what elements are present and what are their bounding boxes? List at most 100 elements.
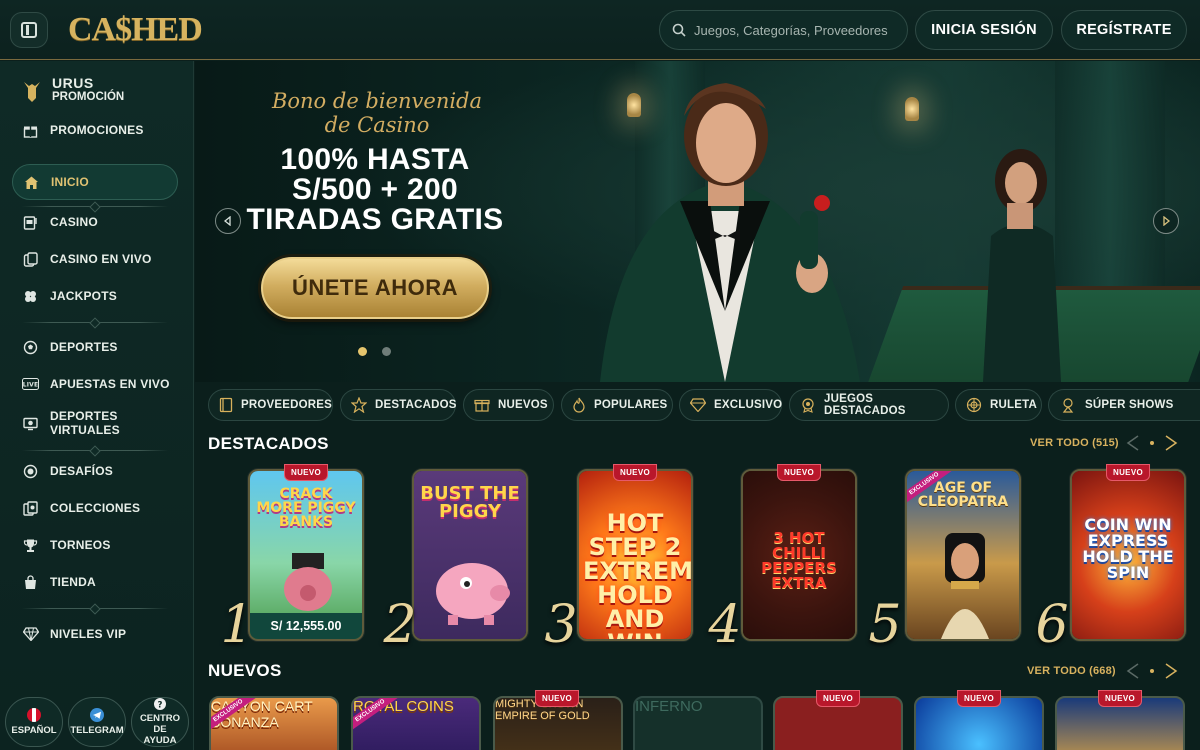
category-label: DESTACADOS: [375, 399, 457, 411]
featured-section-title: DESTACADOS: [208, 434, 329, 453]
register-button[interactable]: REGÍSTRATE: [1061, 10, 1187, 50]
featured-carousel-controls: [1124, 433, 1180, 453]
game-card[interactable]: HOT STEP 2 EXTREME HOLD AND WIN: [577, 469, 693, 641]
new-see-all-link[interactable]: VER TODO (668): [1027, 665, 1116, 677]
featured-see-all-link[interactable]: VER TODO (515): [1030, 437, 1119, 449]
soccer-ball-icon: [22, 339, 39, 356]
sidebar-item-inicio[interactable]: INICIO: [12, 164, 178, 200]
live-casino-icon: [22, 251, 39, 268]
rank-number: 6: [1035, 595, 1069, 655]
sidebar: URUS PROMOCIÓN PROMOCIONES INICIO CASINO…: [0, 61, 194, 750]
category-label: NUEVOS: [498, 399, 548, 411]
telegram-label: TELEGRAM: [70, 725, 124, 736]
hero-headline: 100% HASTA S/500 + 200 TIRADAS GRATIS: [235, 145, 515, 235]
hero-headline-line: TIRADAS GRATIS: [246, 203, 504, 236]
chevron-right-icon: [1163, 216, 1171, 226]
game-card[interactable]: AGE OF CLEOPATRA EXCLUSIVO: [905, 469, 1021, 641]
sidebar-item-promociones[interactable]: PROMOCIONES: [12, 112, 178, 148]
game-card[interactable]: BUST THE PIGGY: [412, 469, 528, 641]
game-card[interactable]: CANYON CART BONANZA EXCLUSIVO: [209, 696, 339, 750]
logo[interactable]: CA$HED: [68, 8, 203, 52]
sidebar-item-apuestas-en-vivo[interactable]: LIVE APUESTAS EN VIVO: [12, 366, 178, 402]
game-card[interactable]: 3 HOT CHILLI PEPPERS EXTRA: [741, 469, 857, 641]
live-icon: LIVE: [22, 376, 39, 393]
category-proveedores[interactable]: PROVEEDORES: [208, 389, 333, 421]
sidebar-item-label: CASINO EN VIVO: [50, 252, 152, 266]
sidebar-item-colecciones[interactable]: COLECCIONES: [12, 490, 178, 526]
game-title: INFERNO: [635, 698, 703, 715]
help-icon: ?: [154, 698, 166, 710]
game-card[interactable]: COIN WIN EXPRESS HOLD THE SPIN: [1070, 469, 1186, 641]
sidebar-divider: [22, 322, 168, 323]
carousel-prev-icon[interactable]: [1124, 433, 1144, 453]
sidebar-item-label: PROMOCIONES: [50, 123, 144, 137]
hero-prev-button[interactable]: [215, 208, 241, 234]
promo-title: URUS: [52, 75, 94, 91]
search-input[interactable]: [694, 22, 894, 38]
join-now-button[interactable]: ÚNETE AHORA: [261, 257, 489, 319]
sidebar-toggle-button[interactable]: [10, 12, 48, 48]
hero-subtitle: Bono de bienvenida de Casino: [271, 89, 483, 137]
category-juegos-destacados[interactable]: JUEGOS DESTACADOS: [789, 389, 949, 421]
sidebar-item-desafios[interactable]: DESAFÍOS: [12, 453, 178, 489]
man-figure-image: [600, 83, 860, 382]
language-button[interactable]: ESPAÑOL: [5, 697, 63, 747]
category-ruleta[interactable]: RULETA: [955, 389, 1042, 421]
sidebar-promo[interactable]: URUS PROMOCIÓN: [20, 73, 124, 107]
svg-text:LIVE: LIVE: [23, 382, 39, 389]
carousel-next-icon[interactable]: [1160, 661, 1180, 681]
carousel-prev-icon[interactable]: [1124, 661, 1144, 681]
pig-character-image: [284, 553, 332, 611]
telegram-button[interactable]: TELEGRAM: [68, 697, 126, 747]
sidebar-item-casino[interactable]: CASINO: [12, 204, 178, 240]
sidebar-item-jackpots[interactable]: JACKPOTS: [12, 278, 178, 314]
sidebar-item-label: COLECCIONES: [50, 501, 141, 515]
sidebar-item-torneos[interactable]: TORNEOS: [12, 527, 178, 563]
hero-dot[interactable]: [382, 347, 391, 356]
category-super-shows[interactable]: SÚPER SHOWS: [1048, 389, 1200, 421]
login-button[interactable]: INICIA SESIÓN: [915, 10, 1053, 50]
book-icon: [219, 396, 233, 414]
rank-number: 3: [544, 595, 578, 655]
sidebar-item-label: DEPORTES: [50, 340, 118, 354]
carousel-next-icon[interactable]: [1160, 433, 1180, 453]
help-center-button[interactable]: ? CENTRO DE AYUDA: [131, 697, 189, 747]
game-card[interactable]: ROYAL COINS EXCLUSIVO: [351, 696, 481, 750]
sidebar-divider: [22, 450, 168, 451]
hero-dot-active[interactable]: [358, 347, 367, 356]
sidebar-item-deportes-virtuales[interactable]: DEPORTES VIRTUALES: [12, 403, 178, 443]
sidebar-item-deportes[interactable]: DEPORTES: [12, 329, 178, 365]
medal-icon: [800, 396, 816, 414]
sidebar-item-label: DEPORTES VIRTUALES: [50, 409, 120, 437]
game-card[interactable]: CRACK MORE PIGGY BANKS S/ 12,555.00: [248, 469, 364, 641]
sidebar-item-label: APUESTAS EN VIVO: [50, 377, 170, 391]
woman-figure-image: [983, 149, 1061, 382]
game-card[interactable]: INFERNO: [633, 696, 763, 750]
gift-icon: [22, 122, 39, 139]
rank-number: 2: [383, 595, 417, 655]
category-destacados[interactable]: DESTACADOS: [340, 389, 456, 421]
collections-icon: [22, 500, 39, 517]
flame-icon: [572, 396, 586, 414]
sidebar-item-label: INICIO: [51, 175, 89, 189]
gift-box-icon: [474, 396, 490, 414]
piggy-bank-image: [436, 563, 510, 625]
category-exclusivo[interactable]: EXCLUSIVO: [679, 389, 782, 421]
category-nuevos[interactable]: NUEVOS: [463, 389, 554, 421]
game-title: HOT STEP 2 EXTREME HOLD AND WIN: [583, 509, 693, 639]
sidebar-divider: [22, 608, 168, 609]
search-box[interactable]: [659, 10, 908, 50]
vip-diamond-icon: [22, 626, 39, 643]
hero-next-button[interactable]: [1153, 208, 1179, 234]
sidebar-item-tienda[interactable]: TIENDA: [12, 564, 178, 600]
category-populares[interactable]: POPULARES: [561, 389, 673, 421]
sidebar-item-casino-en-vivo[interactable]: CASINO EN VIVO: [12, 241, 178, 277]
sidebar-item-niveles-vip[interactable]: NIVELES VIP: [12, 616, 178, 652]
telegram-icon: [90, 708, 104, 722]
carousel-dot: [1150, 441, 1154, 445]
new-badge: NUEVO: [613, 464, 657, 481]
category-label: EXCLUSIVO: [714, 399, 783, 411]
new-badge: NUEVO: [535, 690, 579, 707]
promo-subtitle: PROMOCIÓN: [52, 91, 125, 103]
hero-banner[interactable]: Bono de bienvenida de Casino 100% HASTA …: [195, 61, 1200, 382]
